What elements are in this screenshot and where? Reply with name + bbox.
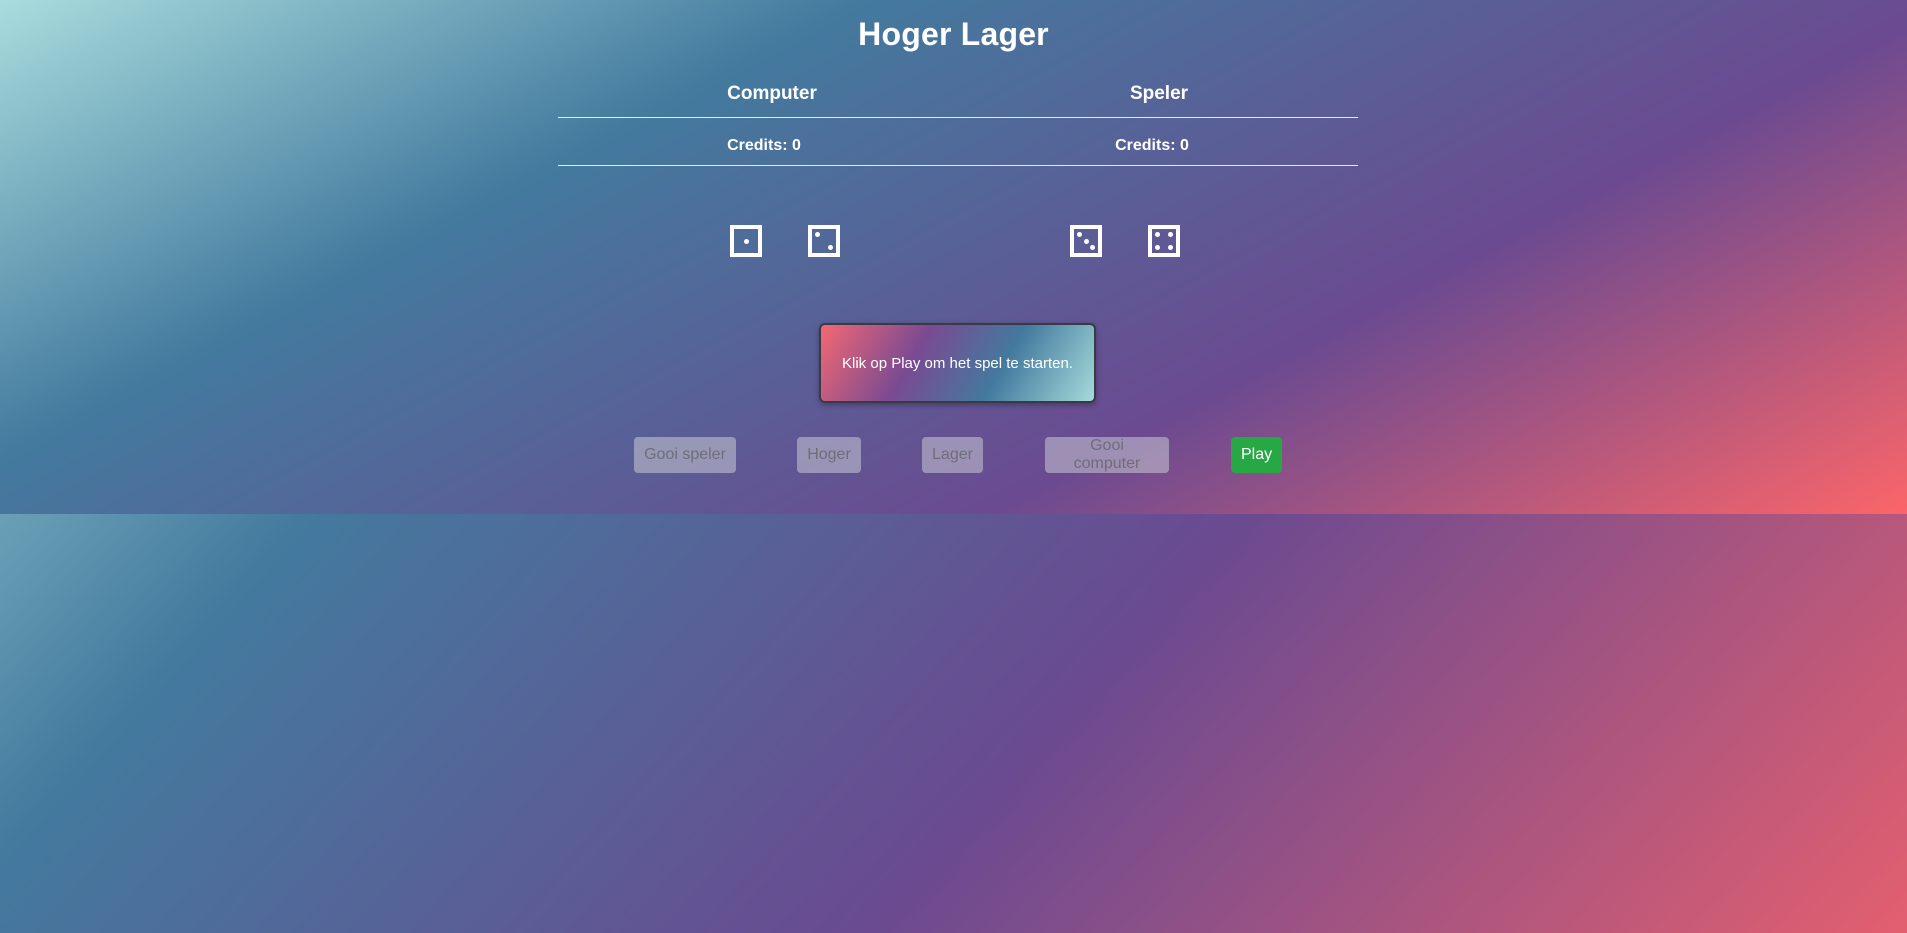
player-credits: Credits: 0 [1115,137,1189,154]
player-die-2 [1148,225,1180,257]
computer-credits: Credits: 0 [727,137,801,154]
player-heading: Speler [1129,83,1189,104]
player-die-1 [1070,225,1102,257]
gooi-speler-button[interactable]: Gooi speler [634,437,736,473]
computer-die-1 [730,225,762,257]
die-pip [1083,238,1089,244]
die-pip [1155,232,1160,237]
die-pip [815,232,820,237]
play-button[interactable]: Play [1231,437,1282,473]
message-text: Klik op Play om het spel te starten. [842,354,1073,372]
die-pip [1090,245,1095,250]
divider-top [558,117,1358,118]
computer-heading: Computer [727,83,817,104]
die-pip [828,245,833,250]
message-box: Klik op Play om het spel te starten. [819,323,1096,403]
die-pip [743,238,749,244]
divider-bottom [558,165,1358,166]
die-pip [1155,245,1160,250]
gooi-computer-button[interactable]: Gooi computer [1045,437,1169,473]
hoger-button[interactable]: Hoger [797,437,861,473]
computer-die-2 [808,225,840,257]
die-pip [1168,245,1173,250]
lager-button[interactable]: Lager [922,437,983,473]
die-pip [1168,232,1173,237]
die-pip [1077,232,1082,237]
page-title: Hoger Lager [858,16,1049,52]
